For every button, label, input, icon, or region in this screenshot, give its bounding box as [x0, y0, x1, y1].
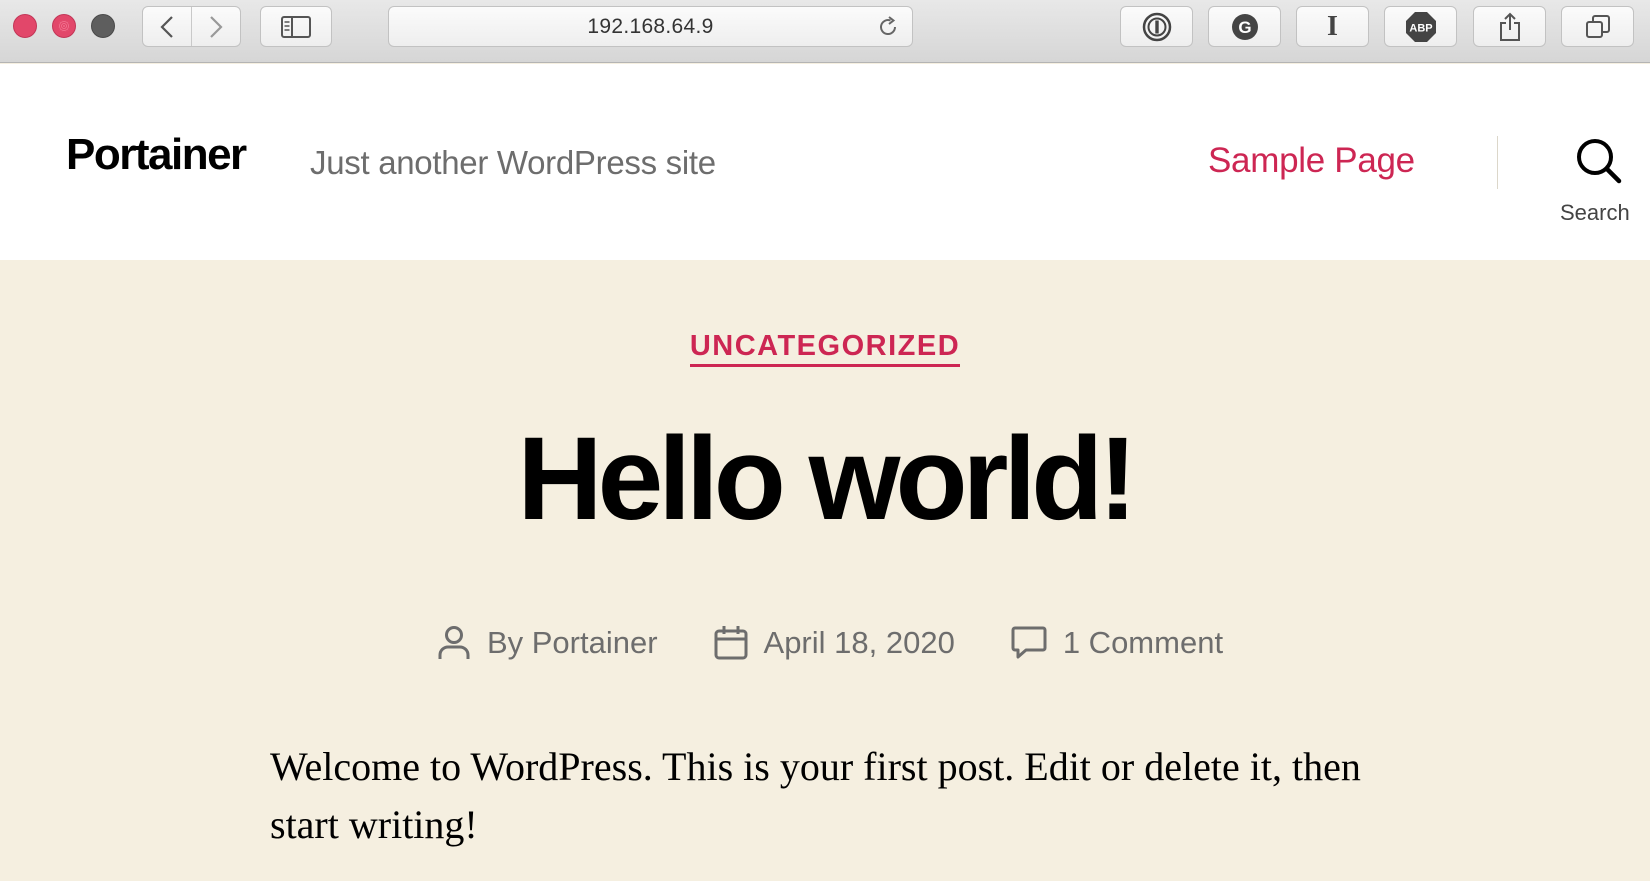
- search-icon: [1577, 139, 1622, 184]
- share-button[interactable]: [1473, 6, 1546, 47]
- user-icon: [438, 626, 470, 659]
- header-divider: [1497, 136, 1498, 189]
- site-title[interactable]: Portainer: [66, 130, 247, 180]
- browser-toolbar: 192.168.64.9 G I ABP: [0, 0, 1650, 63]
- reload-icon[interactable]: [876, 15, 900, 39]
- 1password-icon: [1142, 12, 1171, 41]
- author-link[interactable]: By Portainer: [487, 625, 658, 661]
- zoom-window-button[interactable]: [91, 14, 115, 38]
- site-description: Just another WordPress site: [310, 144, 716, 181]
- post-comments: 1 Comment: [1011, 625, 1223, 661]
- 1password-button[interactable]: [1120, 6, 1193, 47]
- comment-icon: [1011, 626, 1047, 659]
- post-meta: By Portainer April 18, 2020 1 Comment: [0, 625, 1650, 661]
- address-bar[interactable]: 192.168.64.9: [388, 6, 913, 47]
- instapaper-button[interactable]: I: [1296, 6, 1369, 47]
- post-article: UNCATEGORIZED Hello world! By Portainer …: [0, 260, 1650, 881]
- sidebar-toggle-button[interactable]: [260, 6, 332, 47]
- share-icon: [1499, 12, 1520, 41]
- grammarly-icon: G: [1231, 13, 1258, 40]
- svg-text:G: G: [1238, 18, 1251, 37]
- comments-link[interactable]: 1 Comment: [1063, 625, 1223, 661]
- category-link[interactable]: UNCATEGORIZED: [689, 330, 961, 367]
- adblock-plus-icon: ABP: [1405, 11, 1436, 42]
- post-content: Welcome to WordPress. This is your first…: [270, 744, 1361, 847]
- search-label: Search: [1560, 200, 1630, 225]
- adblock-plus-button[interactable]: ABP: [1384, 6, 1457, 47]
- post-author: By Portainer: [437, 625, 658, 661]
- navigation-buttons: [142, 6, 241, 47]
- site-header: Portainer Just another WordPress site Sa…: [0, 64, 1650, 260]
- svg-text:ABP: ABP: [1409, 22, 1432, 34]
- instapaper-icon: I: [1327, 10, 1338, 42]
- tabs-icon: [1585, 14, 1610, 38]
- sidebar-icon: [281, 15, 311, 38]
- post-date: April 18, 2020: [714, 625, 955, 661]
- minimize-window-button[interactable]: [52, 14, 76, 38]
- close-window-button[interactable]: [13, 14, 37, 38]
- date-link[interactable]: April 18, 2020: [764, 625, 955, 661]
- post-category: UNCATEGORIZED: [0, 330, 1650, 367]
- show-tabs-button[interactable]: [1561, 6, 1634, 47]
- chevron-left-icon: [160, 15, 173, 38]
- post-title: Hello world!: [517, 413, 1137, 545]
- forward-button[interactable]: [192, 7, 241, 46]
- back-button[interactable]: [143, 7, 192, 46]
- calendar-icon: [714, 626, 748, 660]
- search-toggle-button[interactable]: Search: [1540, 136, 1650, 226]
- chevron-right-icon: [209, 15, 223, 38]
- url-text: 192.168.64.9: [587, 14, 714, 38]
- nav-item-sample-page[interactable]: Sample Page: [1208, 141, 1415, 181]
- grammarly-button[interactable]: G: [1208, 6, 1281, 47]
